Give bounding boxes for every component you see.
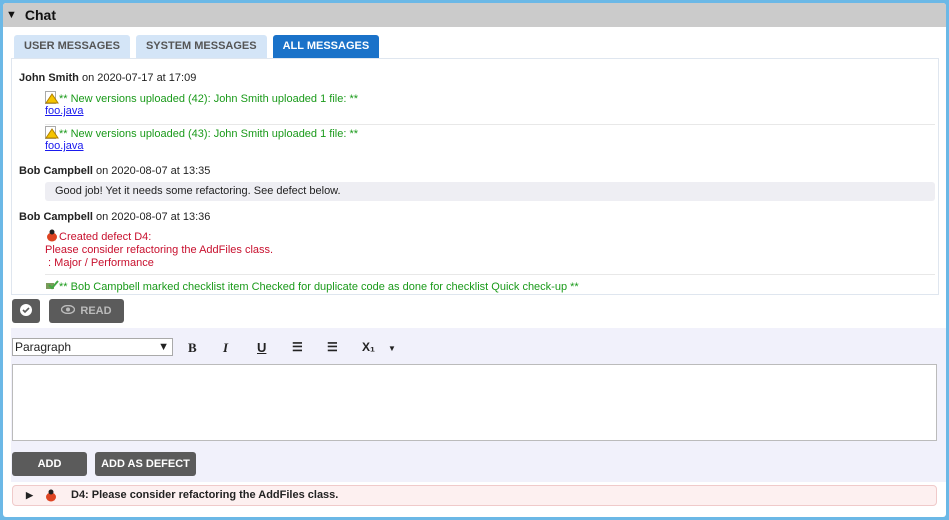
bug-icon — [44, 489, 58, 509]
bold-button[interactable]: B — [188, 340, 197, 356]
defect-severity: : Major / Performance — [45, 257, 154, 269]
read-button[interactable]: READ — [49, 299, 124, 323]
message-list: John Smith on 2020-07-17 at 17:09 ** New… — [11, 58, 939, 295]
read-label: READ — [80, 305, 112, 317]
timestamp: on 2020-07-17 at 17:09 — [81, 72, 197, 84]
add-as-defect-button[interactable]: ADD AS DEFECT — [95, 452, 196, 476]
eye-icon — [61, 304, 76, 317]
format-select[interactable]: Paragraph ▼ — [12, 338, 173, 356]
expand-triangle-icon[interactable]: ▶ — [26, 486, 33, 505]
collapse-triangle-icon[interactable]: ▼ — [6, 9, 17, 21]
check-circle-icon — [20, 303, 32, 319]
chat-header[interactable]: ▼ Chat — [3, 3, 946, 27]
file-link[interactable]: foo.java — [45, 140, 84, 152]
panel-title: Chat — [24, 7, 57, 23]
message-editor: Paragraph ▼ B I U ☰ ☰ X₁ ▼ ADD ADD AS DEF… — [11, 328, 946, 482]
tab-system-messages[interactable]: SYSTEM MESSAGES — [135, 35, 267, 58]
tab-user-messages[interactable]: USER MESSAGES — [14, 35, 130, 58]
message-textarea[interactable] — [12, 364, 937, 441]
system-message-text: ** New versions uploaded (43): John Smit… — [59, 128, 359, 140]
warning-file-icon — [45, 91, 59, 104]
timestamp: on 2020-08-07 at 13:36 — [96, 211, 211, 223]
chat-panel: ▼ Chat USER MESSAGES SYSTEM MESSAGES ALL … — [3, 3, 946, 517]
defect-message: Created defect D4: Please consider refac… — [45, 229, 935, 270]
list-item: ** Bob Campbell marked checklist item Ch… — [45, 279, 935, 293]
author-name: Bob Campbell — [19, 211, 93, 223]
list-item: ** New versions uploaded (43): John Smit… — [45, 126, 935, 152]
subscript-button[interactable]: X₁ — [362, 340, 375, 354]
mark-all-button[interactable] — [12, 299, 40, 323]
chevron-down-icon[interactable]: ▼ — [388, 344, 396, 353]
bullet-list-button[interactable]: ☰ — [327, 340, 338, 354]
underline-button[interactable]: U — [257, 340, 266, 355]
format-value: Paragraph — [15, 340, 72, 354]
defect-description: Please consider refactoring the AddFiles… — [45, 244, 274, 256]
defect-summary-text: D4: Please consider refactoring the AddF… — [71, 489, 339, 501]
ordered-list-icon: ☰ — [292, 340, 303, 354]
list-item: ** New versions uploaded (42): John Smit… — [45, 91, 935, 117]
author-name: Bob Campbell — [19, 165, 93, 177]
message-header: John Smith on 2020-07-17 at 17:09 — [19, 72, 196, 84]
warning-file-icon — [45, 126, 59, 139]
timestamp: on 2020-08-07 at 13:35 — [96, 165, 211, 177]
system-message-text: ** Bob Campbell marked checklist item Ch… — [59, 281, 579, 293]
ordered-list-button[interactable]: ☰ — [292, 340, 303, 354]
italic-button[interactable]: I — [223, 340, 228, 356]
bug-icon — [45, 229, 59, 242]
author-name: John Smith — [19, 72, 79, 84]
message-header: Bob Campbell on 2020-08-07 at 13:36 — [19, 211, 210, 223]
bullet-list-icon: ☰ — [327, 340, 338, 354]
chevron-down-icon: ▼ — [158, 341, 169, 353]
system-message-text: ** New versions uploaded (42): John Smit… — [59, 93, 359, 105]
file-link[interactable]: foo.java — [45, 105, 84, 117]
checklist-icon — [45, 279, 59, 292]
message-bubble: Good job! Yet it needs some refactoring.… — [45, 182, 935, 201]
defect-title: Created defect D4: — [59, 231, 152, 243]
add-button[interactable]: ADD — [12, 452, 87, 476]
tab-all-messages[interactable]: ALL MESSAGES — [272, 35, 380, 58]
message-header: Bob Campbell on 2020-08-07 at 13:35 — [19, 165, 210, 177]
defect-summary-row[interactable]: ▶ D4: Please consider refactoring the Ad… — [12, 485, 937, 506]
